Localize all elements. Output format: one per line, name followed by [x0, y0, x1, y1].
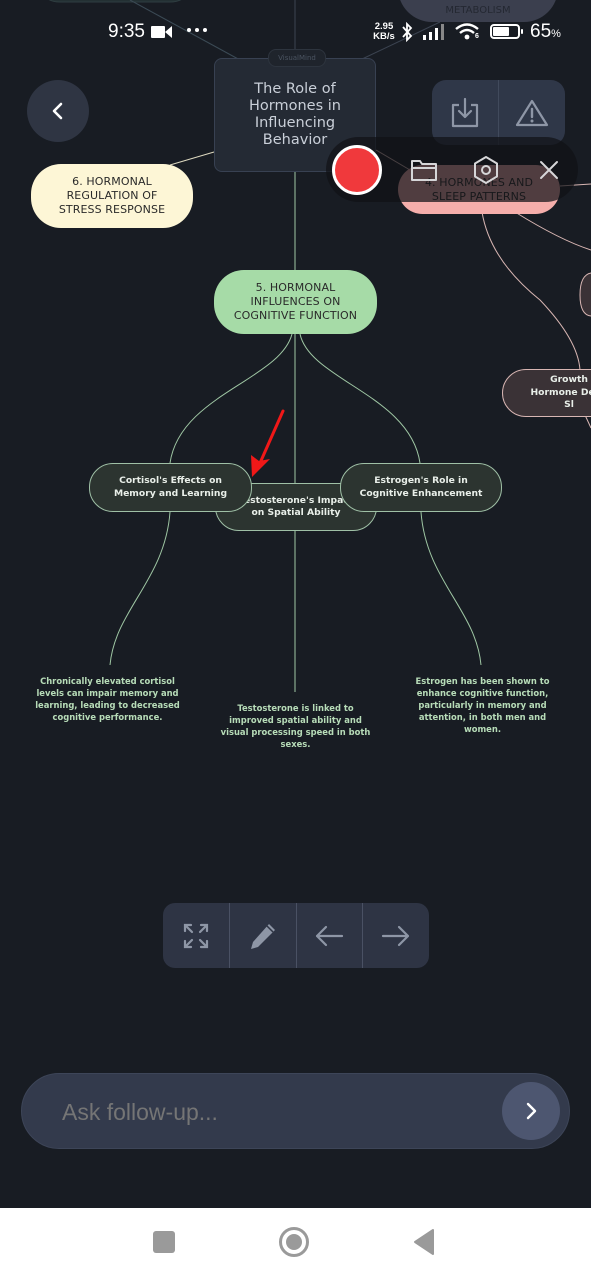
video-record-icon [151, 26, 172, 38]
subtopic-cortisol[interactable]: Cortisol's Effects on Memory and Learnin… [89, 463, 252, 512]
net-speed-unit: KB/s [373, 31, 395, 42]
folder-icon[interactable] [410, 157, 438, 183]
detail-cortisol: Chronically elevated cortisol levels can… [35, 676, 180, 722]
edge-estrogen-detail [420, 511, 482, 666]
previous-button[interactable] [297, 903, 364, 968]
home-button[interactable] [279, 1227, 309, 1257]
download-icon [451, 97, 479, 127]
back-button[interactable] [27, 80, 89, 142]
brand-badge: VisualMind [268, 49, 326, 67]
edge-cortisol-detail [109, 511, 171, 666]
subtopic-label: Estrogen's Role in Cognitive Enhancement [359, 475, 483, 499]
battery-percent: 65% [530, 21, 561, 42]
subtopic-estrogen[interactable]: Estrogen's Role in Cognitive Enhancement [340, 463, 502, 512]
warning-icon [515, 99, 549, 126]
net-speed: 2.95 KB/s [371, 22, 397, 42]
topic-label: 5. HORMONAL INFLUENCES ON COGNITIVE FUNC… [233, 281, 358, 322]
edge-sleep-sub1 [514, 211, 591, 251]
report-button[interactable] [499, 80, 565, 145]
subtopic-label: Cortisol's Effects on Memory and Learnin… [113, 475, 228, 499]
root-title: The Role of Hormones in Influencing Beha… [249, 81, 341, 148]
back-nav-button[interactable] [412, 1228, 436, 1256]
recents-button[interactable] [153, 1231, 175, 1253]
detail-estrogen: Estrogen has been shown to enhance cogni… [415, 676, 550, 734]
wifi-badge: 6 [475, 33, 479, 40]
subtopic-label: Growth Hormone Deep Sl [530, 374, 591, 411]
edit-button[interactable] [230, 903, 297, 968]
partial-node-top-left [48, 0, 182, 3]
battery-fill [493, 27, 509, 36]
arrow-left-icon [316, 925, 344, 946]
header-actions [432, 80, 565, 145]
settings-icon[interactable] [472, 155, 500, 185]
topic-stress-response[interactable]: 6. HORMONAL REGULATION OF STRESS RESPONS… [31, 164, 193, 228]
edge-cognitive-estrogen [299, 333, 421, 464]
arrow-right-icon [382, 925, 410, 946]
status-time: 9:35 [108, 21, 145, 42]
topic-label: 6. HORMONAL REGULATION OF STRESS RESPONS… [58, 175, 166, 216]
partial-node-right [579, 272, 591, 317]
more-notifications-icon [187, 28, 207, 34]
chevron-left-icon [52, 102, 63, 120]
bluetooth-icon [402, 22, 413, 42]
fit-screen-button[interactable] [163, 903, 230, 968]
edge-root-stress [169, 151, 215, 166]
expand-icon [183, 923, 208, 948]
partial-topic-metabolism[interactable]: METABOLISM [398, 0, 558, 22]
edge-sleep-growth [481, 211, 581, 371]
partial-topic-label: METABOLISM [445, 5, 511, 16]
next-button[interactable] [363, 903, 429, 968]
cellular-signal-icon [423, 24, 444, 40]
annotation-arrow-icon [251, 409, 285, 477]
followup-input[interactable] [60, 1090, 494, 1134]
pencil-icon [250, 923, 275, 949]
canvas-toolbar [163, 903, 429, 968]
close-icon[interactable] [538, 159, 560, 181]
topic-cognitive-function[interactable]: 5. HORMONAL INFLUENCES ON COGNITIVE FUNC… [214, 270, 377, 334]
chevron-right-icon [526, 1102, 537, 1120]
system-nav-bar [0, 1208, 591, 1280]
subtopic-growth-hormone[interactable]: Growth Hormone Deep Sl [502, 369, 591, 417]
detail-testosterone: Testosterone is linked to improved spati… [220, 703, 371, 749]
edge-root-topleft [129, 0, 241, 61]
battery-icon [490, 24, 523, 39]
send-button[interactable] [502, 1082, 560, 1140]
download-button[interactable] [432, 80, 499, 145]
record-button[interactable] [332, 145, 382, 195]
